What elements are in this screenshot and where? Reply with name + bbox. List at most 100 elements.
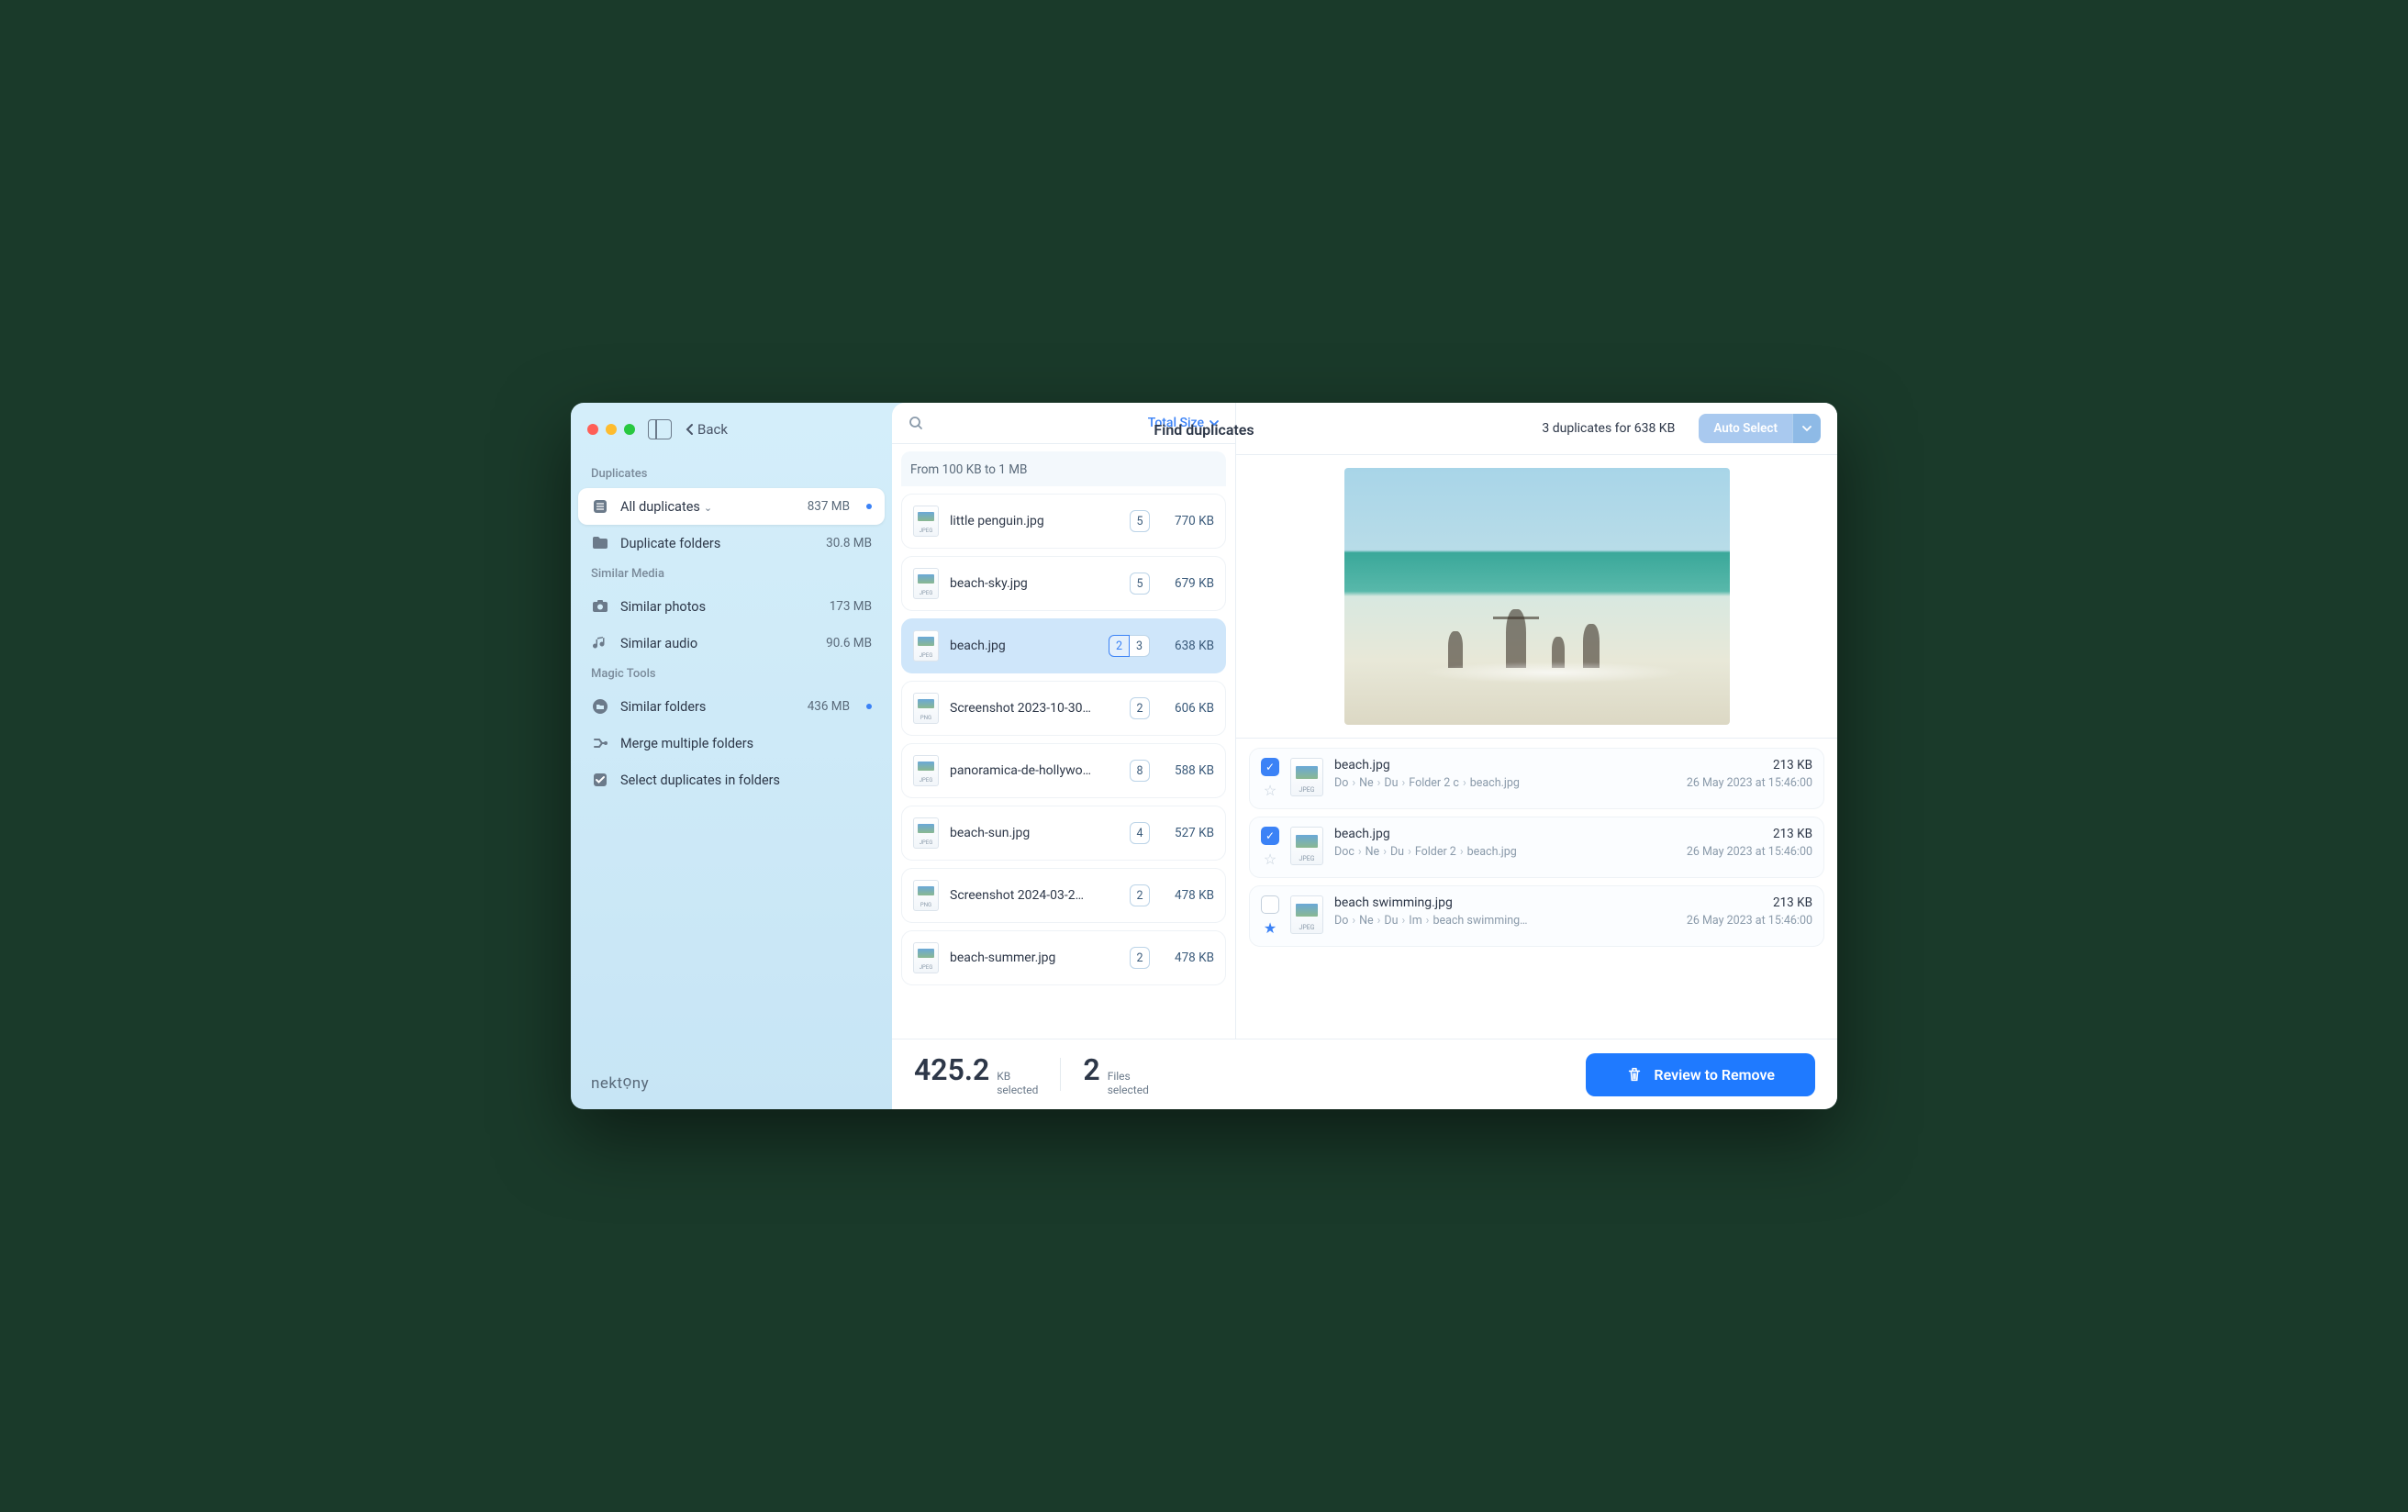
back-label: Back bbox=[697, 421, 728, 438]
file-name: beach.jpg bbox=[950, 639, 1098, 653]
file-thumb-icon: JPEG bbox=[1290, 758, 1323, 796]
file-row[interactable]: PNGScreenshot 2023-10-30…2606 KB bbox=[901, 681, 1226, 736]
file-row[interactable]: JPEGbeach-summer.jpg2478 KB bbox=[901, 930, 1226, 985]
file-row[interactable]: JPEGpanoramica-de-hollywo…8588 KB bbox=[901, 743, 1226, 798]
file-row[interactable]: JPEGbeach-sun.jpg4527 KB bbox=[901, 806, 1226, 861]
zoom-icon[interactable] bbox=[624, 424, 635, 435]
checkbox[interactable]: ✓ bbox=[1261, 758, 1279, 776]
sidebar-item-size: 30.8 MB bbox=[826, 536, 872, 550]
dup-size: 213 KB bbox=[1687, 895, 1812, 910]
sidebar-item-label: Similar photos bbox=[620, 599, 819, 615]
file-size: 638 KB bbox=[1161, 639, 1214, 653]
duplicate-item[interactable]: ★JPEGbeach swimming.jpgDo›Ne›Du›Im›beach… bbox=[1249, 885, 1824, 947]
indicator-dot-icon bbox=[866, 504, 872, 509]
file-name: beach-sky.jpg bbox=[950, 576, 1119, 591]
count-badge: 23 bbox=[1109, 635, 1150, 657]
file-size: 588 KB bbox=[1161, 763, 1214, 778]
sidebar-item-label: Merge multiple folders bbox=[620, 736, 872, 751]
minimize-icon[interactable] bbox=[606, 424, 617, 435]
stat-size-value: 425.2 bbox=[914, 1052, 989, 1087]
detail-header: 3 duplicates for 638 KB Auto Select bbox=[1236, 403, 1837, 455]
sidebar-item-size: 837 MB bbox=[808, 499, 850, 514]
count-badge: 2 bbox=[1130, 884, 1150, 906]
count-badge: 2 bbox=[1130, 697, 1150, 719]
file-row[interactable]: JPEGlittle penguin.jpg5770 KB bbox=[901, 494, 1226, 549]
duplicate-item[interactable]: ✓☆JPEGbeach.jpgDoc›Ne›Du›Folder 2›beach.… bbox=[1249, 817, 1824, 878]
sidebar-item-similar-audio[interactable]: Similar audio90.6 MB bbox=[578, 625, 885, 662]
file-row[interactable]: PNGScreenshot 2024-03-2…2478 KB bbox=[901, 868, 1226, 923]
sidebar-item-select-duplicates-in-folders[interactable]: Select duplicates in folders bbox=[578, 762, 885, 798]
file-name: little penguin.jpg bbox=[950, 514, 1119, 528]
dup-path: Do›Ne›Du›Folder 2 c›beach.jpg bbox=[1334, 776, 1676, 790]
stat-size: 425.2 KB selected bbox=[914, 1052, 1038, 1096]
star-icon[interactable]: ☆ bbox=[1264, 850, 1276, 868]
checkbox[interactable]: ✓ bbox=[1261, 827, 1279, 845]
section-label: Magic Tools bbox=[571, 662, 892, 688]
stat-files-value: 2 bbox=[1083, 1052, 1099, 1087]
section-label: Similar Media bbox=[571, 561, 892, 588]
chevron-down-icon bbox=[1802, 425, 1812, 432]
sidebar-item-size: 90.6 MB bbox=[826, 636, 872, 650]
sidebar-item-similar-photos[interactable]: Similar photos 173 MB bbox=[578, 588, 885, 625]
file-thumb-icon: PNG bbox=[913, 693, 939, 724]
sidebar-item-size: 173 MB bbox=[830, 599, 872, 614]
sidebar-toggle-button[interactable] bbox=[648, 419, 672, 439]
dup-controls: ★ bbox=[1261, 895, 1279, 937]
content-area: Total Size From 100 KB to 1 MB JPEGlittl… bbox=[892, 403, 1837, 1039]
indicator-dot-icon bbox=[866, 704, 872, 709]
sidebar-item-label: Similar folders bbox=[620, 699, 797, 715]
dup-date: 26 May 2023 at 15:46:00 bbox=[1687, 776, 1812, 790]
count-badge: 8 bbox=[1130, 760, 1150, 782]
file-thumb-icon: PNG bbox=[913, 880, 939, 911]
file-name: Screenshot 2024-03-2… bbox=[950, 888, 1119, 903]
back-button[interactable]: Back bbox=[685, 421, 728, 438]
trash-icon bbox=[1626, 1066, 1643, 1083]
file-group-label: From 100 KB to 1 MB bbox=[901, 451, 1226, 486]
sidebar-item-duplicate-folders[interactable]: Duplicate folders 30.8 MB bbox=[578, 525, 885, 561]
file-row[interactable]: JPEGbeach-sky.jpg5679 KB bbox=[901, 556, 1226, 611]
stat-files-unit: Files bbox=[1108, 1070, 1149, 1083]
duplicate-summary: 3 duplicates for 638 KB bbox=[1542, 421, 1675, 436]
dup-size: 213 KB bbox=[1687, 758, 1812, 773]
dup-date: 26 May 2023 at 15:46:00 bbox=[1687, 845, 1812, 859]
dup-info: beach.jpg Do›Ne›Du›Folder 2 c›beach.jpg bbox=[1334, 758, 1676, 799]
auto-select-button[interactable]: Auto Select bbox=[1699, 414, 1792, 443]
section-label: Duplicates bbox=[571, 461, 892, 488]
preview-image bbox=[1344, 468, 1730, 725]
file-list-panel: Total Size From 100 KB to 1 MB JPEGlittl… bbox=[892, 403, 1236, 1039]
detail-panel: 3 duplicates for 638 KB Auto Select ✓ ☆ JP… bbox=[1236, 403, 1837, 1039]
file-thumb-icon: JPEG bbox=[913, 630, 939, 662]
dup-name: beach swimming.jpg bbox=[1334, 895, 1676, 910]
auto-select-menu-button[interactable] bbox=[1792, 414, 1821, 443]
file-row[interactable]: JPEG beach.jpg 23 638 KB bbox=[901, 618, 1226, 673]
duplicate-list[interactable]: ✓ ☆ JPEG beach.jpg Do›Ne›Du›Folder 2 c›beach… bbox=[1236, 739, 1837, 1039]
sidebar-item-all-duplicates[interactable]: All duplicates⌄837 MB bbox=[578, 488, 885, 525]
review-remove-button[interactable]: Review to Remove bbox=[1586, 1053, 1815, 1096]
app-window: Find duplicates Back DuplicatesAll dupli… bbox=[571, 403, 1837, 1109]
close-icon[interactable] bbox=[587, 424, 598, 435]
preview-area bbox=[1236, 455, 1837, 739]
search-icon[interactable] bbox=[909, 416, 923, 430]
footer: 425.2 KB selected 2 Files selected Revie… bbox=[892, 1039, 1837, 1109]
file-list-scroll[interactable]: From 100 KB to 1 MB JPEG little penguin.j… bbox=[892, 444, 1235, 1039]
star-icon[interactable]: ☆ bbox=[1264, 782, 1276, 799]
folder-icon bbox=[591, 534, 609, 552]
sidebar-item-merge-multiple-folders[interactable]: Merge multiple folders bbox=[578, 725, 885, 762]
sidebar-item-label: Select duplicates in folders bbox=[620, 773, 872, 788]
sidebar-item-similar-folders[interactable]: Similar folders 436 MB bbox=[578, 688, 885, 725]
page-title: Find duplicates bbox=[1154, 421, 1254, 439]
file-size: 606 KB bbox=[1161, 701, 1214, 716]
star-icon[interactable]: ★ bbox=[1264, 919, 1276, 937]
file-name: beach-summer.jpg bbox=[950, 951, 1119, 965]
review-label: Review to Remove bbox=[1654, 1066, 1775, 1084]
sidebar-item-size: 436 MB bbox=[808, 699, 850, 714]
checkbox[interactable] bbox=[1261, 895, 1279, 914]
chevron-down-icon: ⌄ bbox=[704, 502, 712, 514]
dup-name: beach.jpg bbox=[1334, 758, 1676, 773]
folders-icon bbox=[591, 697, 609, 716]
file-thumb-icon: JPEG bbox=[913, 506, 939, 537]
duplicate-item[interactable]: ✓ ☆ JPEG beach.jpg Do›Ne›Du›Folder 2 c›beach… bbox=[1249, 748, 1824, 809]
main-panel: Total Size From 100 KB to 1 MB JPEGlittl… bbox=[892, 403, 1837, 1109]
count-badge: 4 bbox=[1130, 822, 1150, 844]
sidebar-item-label: Duplicate folders bbox=[620, 536, 815, 551]
